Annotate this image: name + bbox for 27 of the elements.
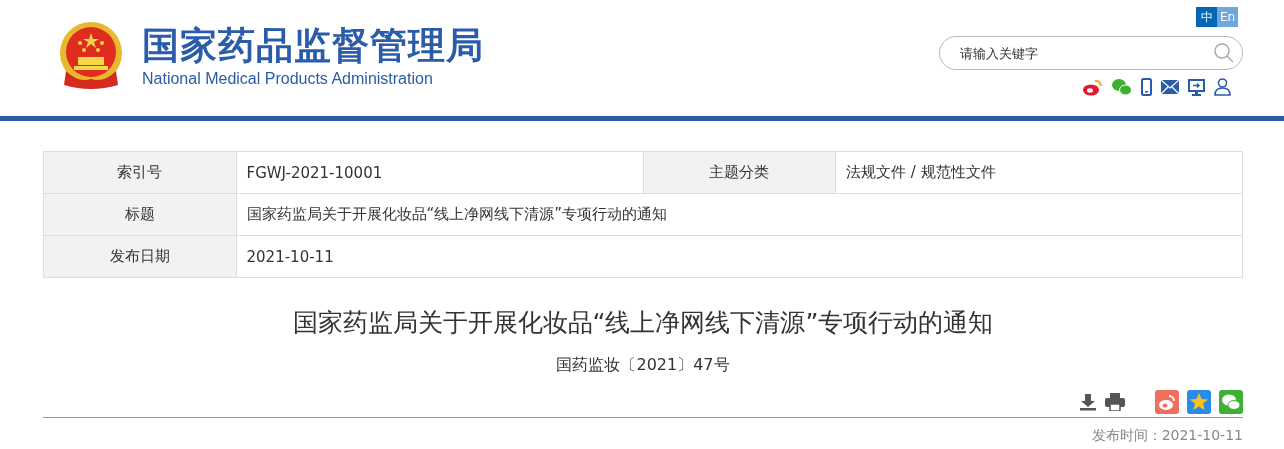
field-value: 国家药监局关于开展化妆品“线上净网线下清源”专项行动的通知 <box>236 193 1243 236</box>
field-value: FGWJ-2021-10001 <box>236 151 644 194</box>
language-tab[interactable]: 中 <box>1196 7 1217 27</box>
download-icon[interactable] <box>1079 393 1097 411</box>
search-field[interactable]: 请输入关键字 <box>939 36 1243 70</box>
emblem-logo <box>58 21 124 91</box>
chat-share-icon[interactable] <box>1219 390 1243 414</box>
chat-icon[interactable] <box>1112 78 1132 96</box>
publish-time: 发布时间：2021-10-11 <box>1091 427 1243 443</box>
article-title: 国家药监局关于开展化妆品“线上净网线下清源”专项行动的通知 <box>292 308 994 337</box>
mail-icon[interactable] <box>1161 80 1179 94</box>
field-label: 标题 <box>43 193 237 236</box>
weibo-icon[interactable] <box>1083 78 1103 96</box>
field-label: 发布日期 <box>43 235 237 278</box>
weibo-share-icon[interactable] <box>1155 390 1179 414</box>
phone-icon[interactable] <box>1141 78 1152 96</box>
user-icon[interactable] <box>1214 78 1231 96</box>
monitor-icon[interactable] <box>1188 78 1205 96</box>
star-share-icon[interactable] <box>1187 390 1211 414</box>
document-number: 国药监妆〔2021〕47号 <box>556 355 730 374</box>
field-value: 法规文件 / 规范性文件 <box>835 151 1243 194</box>
site-title: 国家药品监督管理局 <box>142 24 484 68</box>
field-label: 主题分类 <box>643 151 836 194</box>
field-label: 索引号 <box>43 151 237 194</box>
site-subtitle: National Medical Products Administration <box>142 70 434 88</box>
field-value: 2021-10-11 <box>236 235 1243 278</box>
print-icon[interactable] <box>1105 393 1125 411</box>
